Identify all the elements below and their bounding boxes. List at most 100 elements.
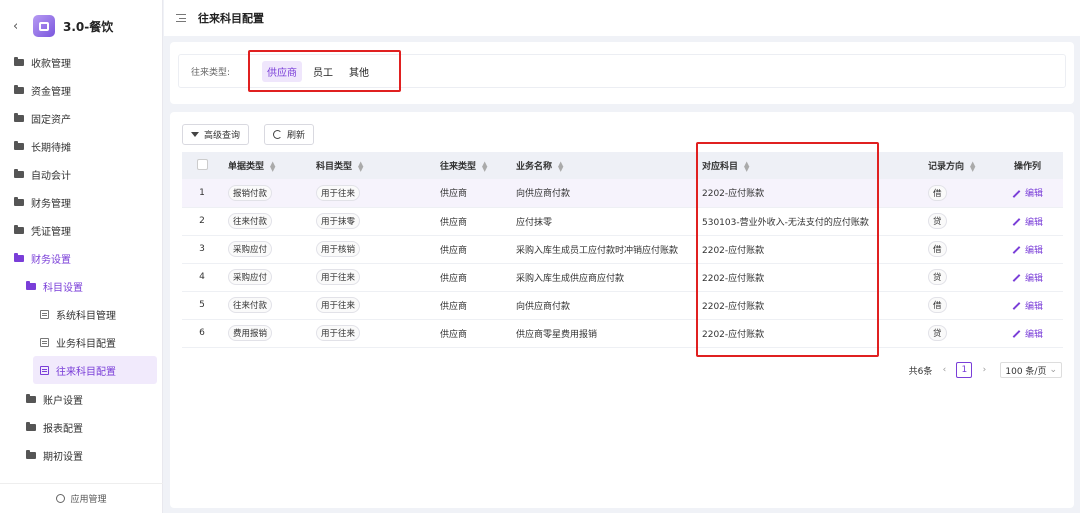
edit-icon (1012, 274, 1021, 282)
app-title: 3.0-餐饮 (63, 19, 114, 34)
subject-type-tag: 用于往来 (316, 184, 361, 201)
advanced-search-label: 高级查询 (204, 131, 241, 141)
folder-icon (14, 168, 24, 178)
edit-icon (1012, 189, 1021, 198)
next-page-icon[interactable]: › (976, 362, 992, 378)
row-number: 2 (182, 207, 222, 236)
partner-type-cell: 供应商 (434, 291, 510, 320)
partner-type-cell: 供应商 (434, 207, 510, 236)
sidebar-item-subject-settings[interactable]: 科目设置 (0, 273, 163, 299)
app-logo (33, 15, 55, 37)
app-management-button[interactable]: 应用管理 (0, 483, 163, 513)
sidebar-item-fixed-assets[interactable]: 固定资产 (0, 105, 163, 131)
sidebar-item-finance-settings[interactable]: 财务设置 (0, 245, 163, 271)
sidebar-item-voucher[interactable]: 凭证管理 (0, 217, 163, 243)
edit-icon (1012, 246, 1021, 254)
sidebar-item-label: 往来科目配置 (56, 366, 116, 378)
filter-label: 往来类型: (191, 67, 231, 78)
folder-icon (14, 224, 24, 234)
direction-tag: 贷 (928, 325, 947, 341)
partner-type-cell: 供应商 (434, 263, 510, 292)
document-icon (39, 309, 49, 319)
doc-type-tag: 往来付款 (228, 297, 273, 313)
sort-icon[interactable]: ▲ ▼ (558, 160, 563, 172)
select-all-checkbox[interactable] (196, 158, 208, 170)
advanced-search-button[interactable]: 高级查询 (182, 124, 250, 145)
row-number: 4 (182, 263, 222, 292)
edit-button[interactable]: 编辑 (1012, 189, 1043, 199)
page-title: 往来科目配置 (198, 12, 264, 25)
edit-button[interactable]: 编辑 (1012, 218, 1043, 228)
column-header: 操作列 (992, 152, 1063, 179)
sidebar-item-funds[interactable]: 资金管理 (0, 77, 163, 103)
document-icon (39, 365, 49, 375)
edit-button[interactable]: 编辑 (1012, 274, 1043, 284)
table-row[interactable]: 2 往来付款 用于抹零 供应商 应付抹零 530103-营业外收入-无法支付的应… (182, 207, 1063, 236)
table-row[interactable]: 4 采购应付 用于往来 供应商 采购入库生成供应商应付款 2202-应付账款 贷… (182, 263, 1063, 292)
doc-type-tag: 往来付款 (228, 213, 273, 229)
sidebar-item-label: 凭证管理 (31, 226, 71, 238)
sort-icon[interactable]: ▲ ▼ (358, 160, 363, 172)
sidebar-item-account-settings[interactable]: 账户设置 (0, 386, 163, 412)
sidebar-item-label: 收款管理 (31, 58, 71, 70)
direction-tag: 贷 (928, 213, 947, 229)
direction-tag: 借 (928, 184, 947, 201)
sidebar-item-label: 自动会计 (31, 170, 71, 182)
current-page[interactable]: 1 (956, 362, 973, 378)
sidebar-item-opening-settings[interactable]: 期初设置 (0, 442, 163, 468)
column-header[interactable]: 科目类型 ▲ ▼ (310, 152, 434, 179)
column-header[interactable]: 业务名称 ▲ ▼ (510, 152, 696, 179)
folder-open-icon (14, 252, 24, 262)
table-row[interactable]: 6 费用报销 用于往来 供应商 供应商零星费用报销 2202-应付账款 贷 编辑 (182, 319, 1063, 348)
sidebar-item-label: 系统科目管理 (56, 310, 116, 322)
edit-button[interactable]: 编辑 (1012, 246, 1043, 256)
sidebar-item-partner-subjects[interactable]: 往来科目配置 (33, 356, 157, 384)
folder-icon (14, 56, 24, 66)
sidebar-item-collection[interactable]: 收款管理 (0, 49, 163, 75)
sidebar-item-label: 固定资产 (31, 114, 71, 126)
sidebar-item-label: 业务科目配置 (56, 338, 116, 350)
folder-open-icon (26, 280, 36, 290)
column-header[interactable]: 往来类型 ▲ ▼ (434, 152, 510, 179)
row-number: 3 (182, 235, 222, 264)
back-arrow-icon[interactable]: ‹ (13, 19, 25, 34)
column-header[interactable]: 单据类型 ▲ ▼ (222, 152, 310, 179)
business-name-cell: 采购入库生成员工应付款时冲销应付账款 (510, 235, 696, 264)
sidebar-item-label: 财务设置 (31, 254, 71, 266)
sidebar-item-business-subjects[interactable]: 业务科目配置 (0, 329, 163, 355)
sidebar-item-amortization[interactable]: 长期待摊 (0, 133, 163, 159)
highlight-box-subject-column (696, 142, 879, 357)
sidebar-item-system-subjects[interactable]: 系统科目管理 (0, 301, 163, 327)
business-name-cell: 采购入库生成供应商应付款 (510, 263, 696, 292)
edit-button[interactable]: 编辑 (1012, 330, 1043, 340)
table-row[interactable]: 5 往来付款 用于往来 供应商 向供应商付款 2202-应付账款 借 编辑 (182, 291, 1063, 320)
folder-icon (14, 140, 24, 150)
pagination: 共6条 ‹ 1 › 100 条/页 ⌄ (909, 362, 1062, 378)
sidebar-item-report-config[interactable]: 报表配置 (0, 414, 163, 440)
refresh-button[interactable]: 刷新 (264, 124, 315, 145)
doc-type-tag: 采购应付 (228, 241, 273, 257)
sidebar-item-finance-mgmt[interactable]: 财务管理 (0, 189, 163, 215)
app-header: ‹ 3.0-餐饮 (0, 8, 163, 44)
edit-icon (1012, 218, 1021, 226)
sort-icon[interactable]: ▲ ▼ (482, 160, 487, 172)
document-icon (39, 337, 49, 347)
sort-icon[interactable]: ▲ ▼ (270, 160, 275, 172)
sidebar-item-auto-accounting[interactable]: 自动会计 (0, 161, 163, 187)
column-header[interactable]: 记录方向 ▲ ▼ (922, 152, 992, 179)
menu-fold-icon[interactable] (176, 14, 186, 22)
table-row[interactable]: 1 报销付款 用于往来 供应商 向供应商付款 2202-应付账款 借 编辑 (182, 179, 1063, 208)
refresh-icon (273, 130, 282, 139)
page-size-select[interactable]: 100 条/页 ⌄ (1000, 362, 1062, 378)
app-management-label: 应用管理 (70, 495, 107, 505)
edit-button[interactable]: 编辑 (1012, 302, 1043, 312)
sort-icon[interactable]: ▲ ▼ (970, 160, 975, 172)
direction-tag: 借 (928, 241, 947, 257)
table-row[interactable]: 3 采购应付 用于核销 供应商 采购入库生成员工应付款时冲销应付账款 2202-… (182, 235, 1063, 264)
business-name-cell: 向供应商付款 (510, 179, 696, 208)
business-name-cell: 应付抹零 (510, 207, 696, 236)
highlight-box-filter (248, 50, 401, 92)
sidebar-item-label: 报表配置 (43, 423, 83, 435)
prev-page-icon[interactable]: ‹ (936, 362, 952, 378)
business-name-cell: 供应商零星费用报销 (510, 319, 696, 348)
